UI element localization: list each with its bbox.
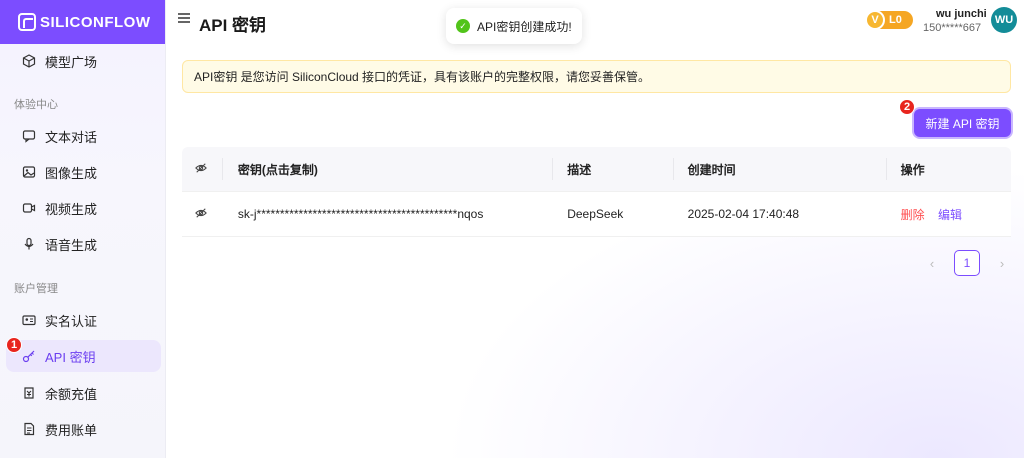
top-bar: API 密钥 ✓ API密钥创建成功! V L0 wu junchi 150**… [166,0,1024,44]
sidebar-item-model-square[interactable]: 模型广场 [6,45,161,77]
eye-off-icon [195,207,207,218]
level-label: L0 [889,14,902,26]
sidebar-item-video-gen[interactable]: 视频生成 [6,192,161,224]
siliconflow-logo-icon [18,13,36,31]
sidebar-item-api-keys[interactable]: API 密钥 [6,340,161,372]
wallet-icon [22,386,36,400]
sidebar-item-label: 余额充值 [45,386,98,402]
header-key: 密钥(点击复制) [237,162,318,177]
page-number[interactable]: 1 [954,250,980,276]
main-content: API 密钥 ✓ API密钥创建成功! V L0 wu junchi 150**… [166,0,1024,458]
sidebar-item-label: 语音生成 [45,237,98,253]
user-phone: 150*****667 [923,22,982,34]
new-api-key-button[interactable]: 新建 API 密钥 [914,109,1011,137]
eye-off-icon [195,162,207,173]
api-key-value[interactable]: sk-j************************************… [223,207,552,221]
prev-page-icon[interactable]: ‹ [920,256,944,271]
sidebar-item-voice-gen[interactable]: 语音生成 [6,228,161,260]
user-name: wu junchi [936,8,987,20]
sidebar-item-label: 视频生成 [45,201,98,217]
sidebar-item-label: 费用账单 [45,422,98,438]
header-created: 创建时间 [687,162,736,177]
image-icon [22,165,36,179]
row-actions: 删除 编辑 [887,206,1011,223]
vip-icon: V [865,10,885,30]
row-visibility-toggle[interactable] [182,207,222,222]
notice-banner: API密钥 是您访问 SiliconCloud 接口的凭证，具有该账户的完整权限… [182,60,1011,93]
edit-button[interactable]: 编辑 [938,208,962,222]
bill-icon [22,422,36,436]
notice-text: API密钥 是您访问 SiliconCloud 接口的凭证，具有该账户的完整权限… [194,70,651,84]
pagination: ‹ 1 › [920,250,1014,276]
sidebar-item-label: 图像生成 [45,165,98,181]
next-page-icon[interactable]: › [990,256,1014,271]
sidebar-item-image-gen[interactable]: 图像生成 [6,156,161,188]
brand-name: SILICONFLOW [40,13,151,31]
header-actions: 操作 [900,162,925,177]
sidebar-item-verification[interactable]: 实名认证 [6,304,161,336]
header-visibility[interactable] [182,162,222,177]
table-header: 密钥(点击复制) 描述 创建时间 操作 [182,147,1011,191]
header-description: 描述 [567,162,592,177]
section-label-experience: 体验中心 [14,99,58,111]
chat-icon [22,129,36,143]
check-circle-icon: ✓ [456,19,470,33]
step-badge-2: 2 [899,99,915,115]
api-key-table: 密钥(点击复制) 描述 创建时间 操作 sk-j****************… [182,147,1011,237]
success-toast: ✓ API密钥创建成功! [446,8,582,44]
cube-icon [22,54,36,68]
step-badge-1: 1 [6,337,22,353]
level-badge[interactable]: V L0 [865,10,913,30]
video-icon [22,201,36,215]
id-card-icon [22,313,36,327]
key-icon [22,349,36,363]
toast-message: API密钥创建成功! [477,19,572,34]
table-row: sk-j************************************… [182,191,1011,237]
page-title: API 密钥 [199,16,267,35]
sidebar-item-label: API 密钥 [45,349,96,365]
sidebar-item-recharge[interactable]: 余额充值 [6,377,161,409]
sidebar-item-billing[interactable]: 费用账单 [6,413,161,445]
key-created-time: 2025-02-04 17:40:48 [687,207,800,221]
brand-logo[interactable]: SILICONFLOW [0,0,165,44]
key-description: DeepSeek [567,207,624,221]
sidebar-item-text-chat[interactable]: 文本对话 [6,120,161,152]
avatar[interactable]: WU [991,7,1017,33]
menu-collapse-icon[interactable] [178,13,190,25]
mic-icon [22,237,36,251]
sidebar-item-label: 文本对话 [45,129,98,145]
sidebar-item-label: 模型广场 [45,54,98,70]
sidebar-item-label: 实名认证 [45,313,98,329]
sidebar: SILICONFLOW 模型广场 体验中心 文本对话 图像生成 视频生成 语音生… [0,0,166,458]
delete-button[interactable]: 删除 [901,208,925,222]
section-label-account: 账户管理 [14,283,58,295]
